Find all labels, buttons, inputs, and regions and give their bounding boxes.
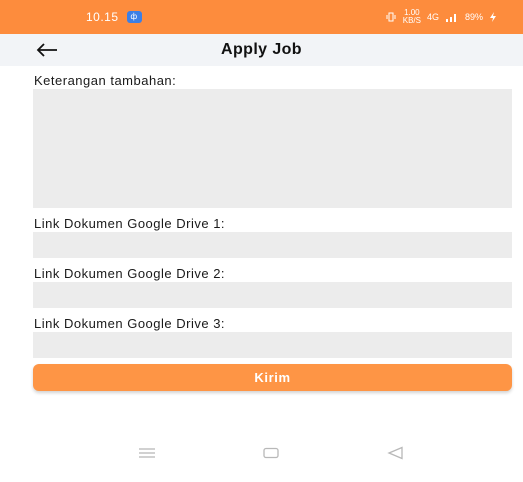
link1-field[interactable]	[33, 232, 512, 258]
back-button[interactable]	[30, 36, 64, 64]
status-left: 10.15 ф	[86, 10, 142, 24]
signal-icon	[445, 14, 456, 22]
link3-field[interactable]	[33, 332, 512, 358]
charging-icon	[490, 12, 496, 22]
triangle-back-icon	[387, 446, 403, 460]
system-nav-bar	[0, 438, 523, 468]
arrow-left-icon	[36, 43, 57, 57]
home-icon	[263, 447, 279, 459]
description-field[interactable]	[33, 89, 512, 208]
link1-label: Link Dokumen Google Drive 1:	[34, 216, 226, 231]
nav-home-button[interactable]	[260, 444, 282, 462]
app-bar: Apply Job	[0, 34, 523, 66]
description-label: Keterangan tambahan:	[34, 73, 177, 88]
status-bar: 10.15 ф 1.00 KB/S 4G 89%	[0, 0, 523, 34]
page-title: Apply Job	[221, 41, 302, 58]
net-speed: 1.00 KB/S	[403, 9, 421, 25]
nav-back-button[interactable]	[384, 444, 406, 462]
notification-badge-icon: ф	[126, 11, 142, 23]
link2-label: Link Dokumen Google Drive 2:	[34, 266, 226, 281]
vibrate-icon	[386, 12, 396, 22]
link3-label: Link Dokumen Google Drive 3:	[34, 316, 226, 331]
menu-icon	[139, 448, 155, 458]
status-right: 1.00 KB/S 4G 89%	[385, 9, 497, 25]
battery-level: 89%	[464, 12, 483, 22]
status-time: 10.15	[86, 10, 119, 24]
net-speed-unit: KB/S	[402, 16, 421, 25]
network-type: 4G	[426, 12, 439, 22]
nav-menu-button[interactable]	[136, 444, 158, 462]
submit-button[interactable]: Kirim	[33, 364, 512, 391]
link2-field[interactable]	[33, 282, 512, 308]
